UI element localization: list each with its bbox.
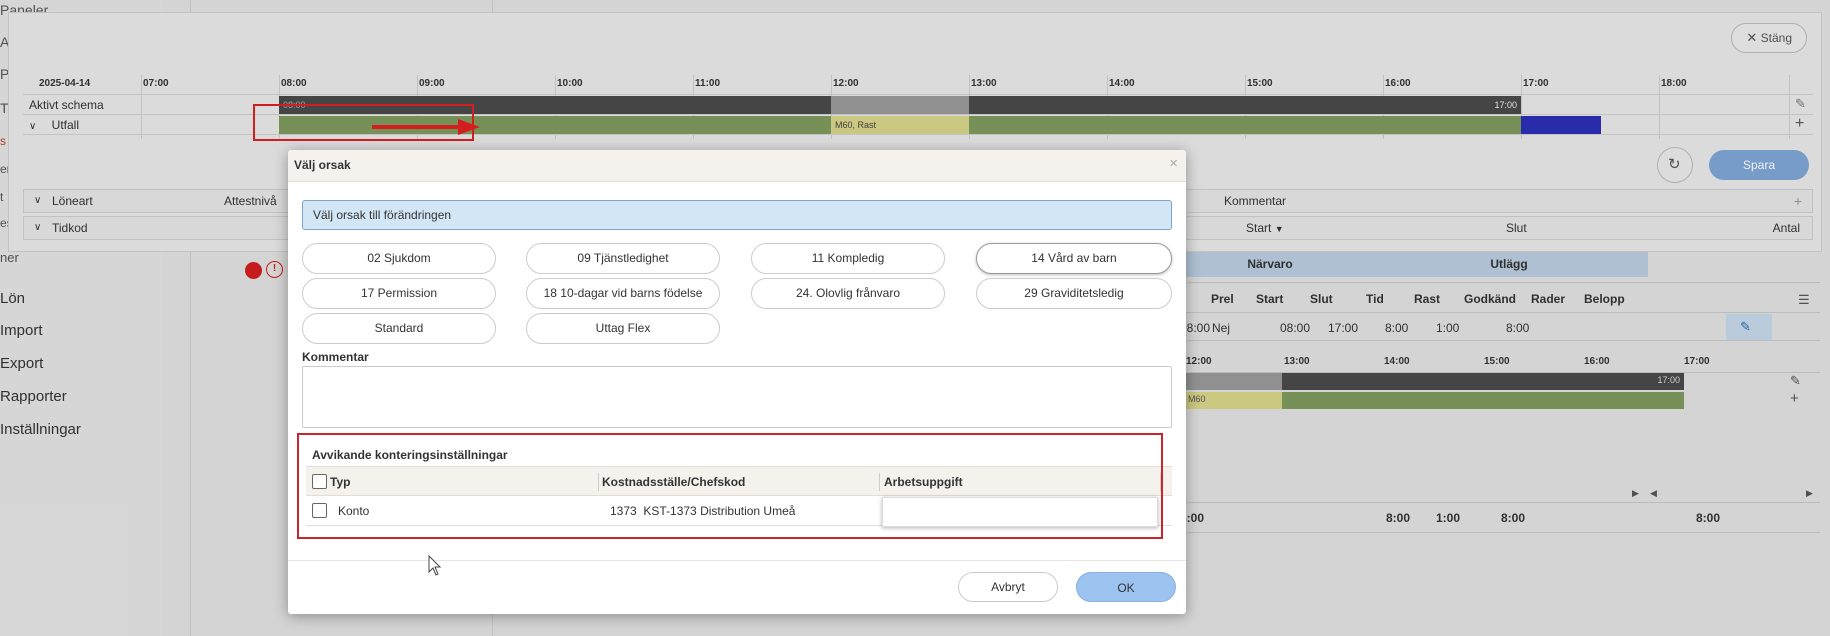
reason-standard[interactable]: Standard	[302, 313, 496, 344]
reason-02-sjukdom[interactable]: 02 Sjukdom	[302, 243, 496, 274]
mouse-cursor-icon	[428, 555, 442, 576]
reason-29-graviditetsledig[interactable]: 29 Graviditetsledig	[976, 278, 1172, 309]
dialog-footer-divider	[288, 560, 1186, 561]
reason-18-10-dagar[interactable]: 18 10-dagar vid barns födelse	[526, 278, 720, 309]
reason-24-olovlig-franvaro[interactable]: 24. Olovlig frånvaro	[751, 278, 945, 309]
reason-uttag-flex[interactable]: Uttag Flex	[526, 313, 720, 344]
comment-textarea[interactable]	[302, 366, 1172, 428]
reason-14-vard-av-barn[interactable]: 14 Vård av barn	[976, 243, 1172, 274]
reason-11-kompledig[interactable]: 11 Kompledig	[751, 243, 945, 274]
reason-17-permission[interactable]: 17 Permission	[302, 278, 496, 309]
reason-dialog: Välj orsak × Välj orsak till förändringe…	[288, 150, 1186, 614]
ok-button[interactable]: OK	[1076, 572, 1176, 602]
comment-label: Kommentar	[302, 350, 369, 364]
app-root: Paneler A P T s en t es ner Lön Import E…	[0, 0, 1830, 636]
info-banner: Välj orsak till förändringen	[302, 200, 1172, 230]
cancel-button[interactable]: Avbryt	[958, 572, 1058, 602]
annotation-rectangle	[297, 433, 1163, 539]
close-icon[interactable]: ×	[1169, 155, 1178, 172]
dialog-title: Välj orsak	[294, 158, 351, 172]
dialog-header: Välj orsak ×	[288, 150, 1186, 182]
reason-09-tjanstledighet[interactable]: 09 Tjänstledighet	[526, 243, 720, 274]
